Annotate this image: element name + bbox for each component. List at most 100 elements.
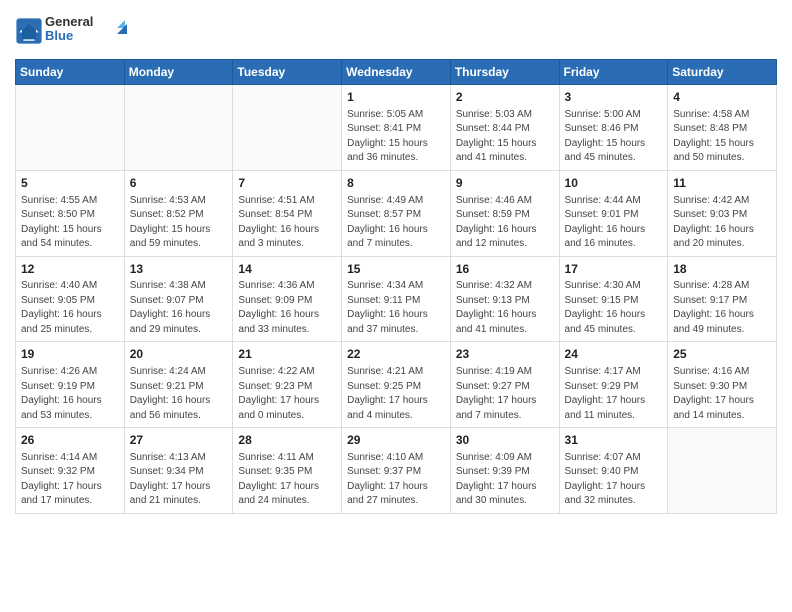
logo-text: General Blue <box>45 10 135 51</box>
calendar-cell: 21 Sunrise: 4:22 AM Sunset: 9:23 PM Dayli… <box>233 342 342 428</box>
weekday-header-row: SundayMondayTuesdayWednesdayThursdayFrid… <box>16 60 777 85</box>
day-info: Sunrise: 4:14 AM Sunset: 9:32 PM Dayligh… <box>21 451 119 509</box>
day-number: 10 <box>565 175 663 192</box>
day-info: Sunrise: 4:49 AM Sunset: 8:57 PM Dayligh… <box>347 194 445 252</box>
day-number: 9 <box>456 175 554 192</box>
calendar-cell: 22 Sunrise: 4:21 AM Sunset: 9:25 PM Dayli… <box>342 342 451 428</box>
weekday-header-friday: Friday <box>559 60 668 85</box>
calendar-cell <box>668 428 777 514</box>
calendar-cell: 18Sunrise: 4:28 AM Sunset: 9:17 PM Dayli… <box>668 256 777 342</box>
day-info: Sunrise: 4:19 AM Sunset: 9:27 PM Dayligh… <box>456 365 554 423</box>
day-number: 6 <box>130 175 228 192</box>
day-number: 26 <box>21 432 119 449</box>
week-row-4: 19 Sunrise: 4:26 AM Sunset: 9:19 PM Dayli… <box>16 342 777 428</box>
calendar-cell: 28Sunrise: 4:11 AM Sunset: 9:35 PM Dayli… <box>233 428 342 514</box>
day-info: Sunrise: 4:16 AM Sunset: 9:30 PM Dayligh… <box>673 365 771 423</box>
weekday-header-monday: Monday <box>124 60 233 85</box>
calendar-cell: 16Sunrise: 4:32 AM Sunset: 9:13 PM Dayli… <box>450 256 559 342</box>
day-info: Sunrise: 4:36 AM Sunset: 9:09 PM Dayligh… <box>238 279 336 337</box>
day-number: 22 <box>347 346 445 363</box>
day-number: 1 <box>347 89 445 106</box>
calendar-cell: 29Sunrise: 4:10 AM Sunset: 9:37 PM Dayli… <box>342 428 451 514</box>
day-number: 13 <box>130 261 228 278</box>
day-info: Sunrise: 4:30 AM Sunset: 9:15 PM Dayligh… <box>565 279 663 337</box>
day-info: Sunrise: 4:24 AM Sunset: 9:21 PM Dayligh… <box>130 365 228 423</box>
calendar-cell: 19 Sunrise: 4:26 AM Sunset: 9:19 PM Dayli… <box>16 342 125 428</box>
day-info: Sunrise: 4:46 AM Sunset: 8:59 PM Dayligh… <box>456 194 554 252</box>
day-number: 19 <box>21 346 119 363</box>
day-info: Sunrise: 4:17 AM Sunset: 9:29 PM Dayligh… <box>565 365 663 423</box>
calendar-cell: 1Sunrise: 5:05 AM Sunset: 8:41 PM Daylig… <box>342 85 451 171</box>
calendar-cell: 6 Sunrise: 4:53 AM Sunset: 8:52 PM Daylig… <box>124 170 233 256</box>
day-info: Sunrise: 4:26 AM Sunset: 9:19 PM Dayligh… <box>21 365 119 423</box>
day-number: 28 <box>238 432 336 449</box>
day-info: Sunrise: 4:42 AM Sunset: 9:03 PM Dayligh… <box>673 194 771 252</box>
weekday-header-saturday: Saturday <box>668 60 777 85</box>
day-info: Sunrise: 4:28 AM Sunset: 9:17 PM Dayligh… <box>673 279 771 337</box>
svg-text:General: General <box>45 14 93 29</box>
day-info: Sunrise: 4:13 AM Sunset: 9:34 PM Dayligh… <box>130 451 228 509</box>
day-info: Sunrise: 5:03 AM Sunset: 8:44 PM Dayligh… <box>456 108 554 166</box>
calendar-cell: 24Sunrise: 4:17 AM Sunset: 9:29 PM Dayli… <box>559 342 668 428</box>
day-number: 27 <box>130 432 228 449</box>
day-info: Sunrise: 4:55 AM Sunset: 8:50 PM Dayligh… <box>21 194 119 252</box>
calendar-cell: 23 Sunrise: 4:19 AM Sunset: 9:27 PM Dayli… <box>450 342 559 428</box>
calendar-cell: 2 Sunrise: 5:03 AM Sunset: 8:44 PM Daylig… <box>450 85 559 171</box>
calendar-cell <box>233 85 342 171</box>
day-number: 16 <box>456 261 554 278</box>
calendar-cell: 3 Sunrise: 5:00 AM Sunset: 8:46 PM Daylig… <box>559 85 668 171</box>
day-number: 7 <box>238 175 336 192</box>
calendar-cell: 27 Sunrise: 4:13 AM Sunset: 9:34 PM Dayli… <box>124 428 233 514</box>
day-info: Sunrise: 4:51 AM Sunset: 8:54 PM Dayligh… <box>238 194 336 252</box>
logo: General Blue <box>15 10 135 51</box>
day-info: Sunrise: 4:22 AM Sunset: 9:23 PM Dayligh… <box>238 365 336 423</box>
calendar-cell: 5 Sunrise: 4:55 AM Sunset: 8:50 PM Daylig… <box>16 170 125 256</box>
day-number: 23 <box>456 346 554 363</box>
calendar-cell: 8 Sunrise: 4:49 AM Sunset: 8:57 PM Daylig… <box>342 170 451 256</box>
day-info: Sunrise: 4:34 AM Sunset: 9:11 PM Dayligh… <box>347 279 445 337</box>
day-info: Sunrise: 4:58 AM Sunset: 8:48 PM Dayligh… <box>673 108 771 166</box>
day-info: Sunrise: 5:00 AM Sunset: 8:46 PM Dayligh… <box>565 108 663 166</box>
day-number: 8 <box>347 175 445 192</box>
calendar-cell: 15Sunrise: 4:34 AM Sunset: 9:11 PM Dayli… <box>342 256 451 342</box>
day-number: 11 <box>673 175 771 192</box>
calendar-cell: 25 Sunrise: 4:16 AM Sunset: 9:30 PM Dayli… <box>668 342 777 428</box>
calendar-cell <box>124 85 233 171</box>
day-number: 20 <box>130 346 228 363</box>
day-number: 3 <box>565 89 663 106</box>
calendar-table: SundayMondayTuesdayWednesdayThursdayFrid… <box>15 59 777 514</box>
day-info: Sunrise: 4:10 AM Sunset: 9:37 PM Dayligh… <box>347 451 445 509</box>
day-number: 30 <box>456 432 554 449</box>
calendar-cell: 20 Sunrise: 4:24 AM Sunset: 9:21 PM Dayli… <box>124 342 233 428</box>
day-info: Sunrise: 4:09 AM Sunset: 9:39 PM Dayligh… <box>456 451 554 509</box>
day-number: 31 <box>565 432 663 449</box>
calendar-cell: 17Sunrise: 4:30 AM Sunset: 9:15 PM Dayli… <box>559 256 668 342</box>
weekday-header-sunday: Sunday <box>16 60 125 85</box>
week-row-3: 12Sunrise: 4:40 AM Sunset: 9:05 PM Dayli… <box>16 256 777 342</box>
svg-text:Blue: Blue <box>45 28 73 43</box>
calendar-cell: 7 Sunrise: 4:51 AM Sunset: 8:54 PM Daylig… <box>233 170 342 256</box>
day-number: 18 <box>673 261 771 278</box>
day-number: 21 <box>238 346 336 363</box>
calendar-cell: 10 Sunrise: 4:44 AM Sunset: 9:01 PM Dayli… <box>559 170 668 256</box>
calendar-cell: 9 Sunrise: 4:46 AM Sunset: 8:59 PM Daylig… <box>450 170 559 256</box>
day-number: 14 <box>238 261 336 278</box>
day-info: Sunrise: 4:21 AM Sunset: 9:25 PM Dayligh… <box>347 365 445 423</box>
day-number: 2 <box>456 89 554 106</box>
day-info: Sunrise: 4:38 AM Sunset: 9:07 PM Dayligh… <box>130 279 228 337</box>
day-number: 25 <box>673 346 771 363</box>
day-info: Sunrise: 4:44 AM Sunset: 9:01 PM Dayligh… <box>565 194 663 252</box>
logo-icon <box>15 17 43 45</box>
calendar-cell: 26 Sunrise: 4:14 AM Sunset: 9:32 PM Dayli… <box>16 428 125 514</box>
day-number: 17 <box>565 261 663 278</box>
day-number: 12 <box>21 261 119 278</box>
calendar-cell: 31Sunrise: 4:07 AM Sunset: 9:40 PM Dayli… <box>559 428 668 514</box>
day-number: 4 <box>673 89 771 106</box>
calendar-cell <box>16 85 125 171</box>
calendar-cell: 4 Sunrise: 4:58 AM Sunset: 8:48 PM Daylig… <box>668 85 777 171</box>
day-number: 5 <box>21 175 119 192</box>
day-info: Sunrise: 4:53 AM Sunset: 8:52 PM Dayligh… <box>130 194 228 252</box>
calendar-cell: 12Sunrise: 4:40 AM Sunset: 9:05 PM Dayli… <box>16 256 125 342</box>
page: General Blue SundayMondayTuesdayWednesda… <box>0 0 792 612</box>
calendar-cell: 30 Sunrise: 4:09 AM Sunset: 9:39 PM Dayli… <box>450 428 559 514</box>
